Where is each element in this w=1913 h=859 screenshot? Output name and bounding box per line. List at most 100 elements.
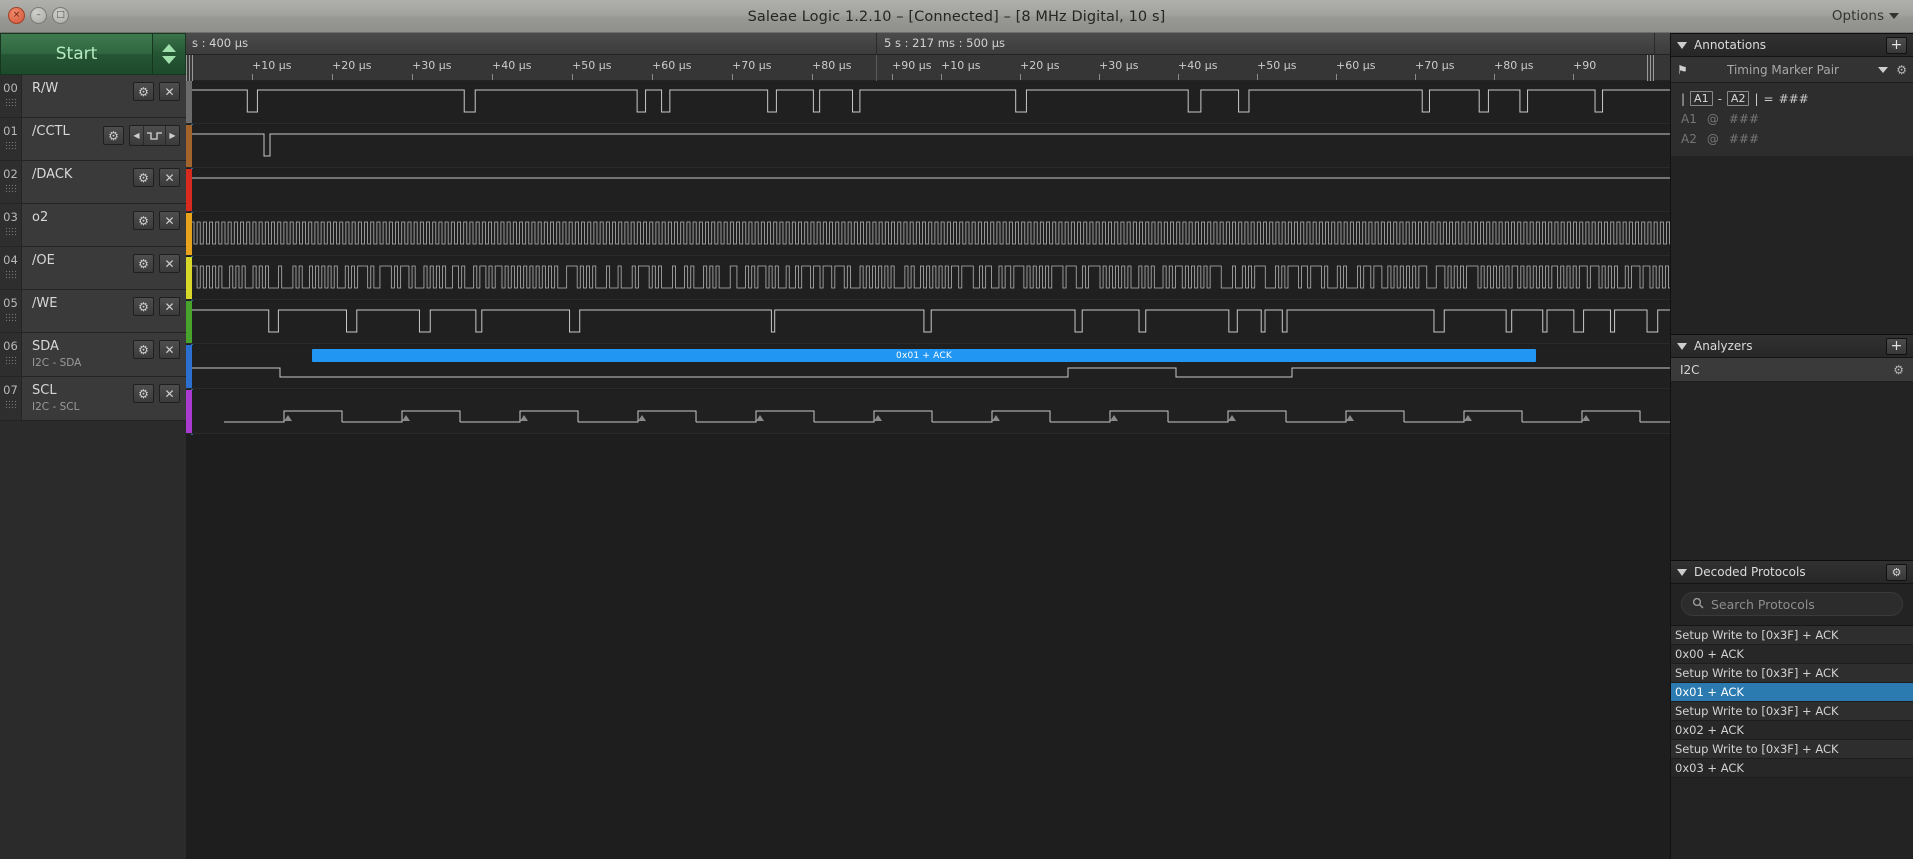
channel-settings-button[interactable]: ⚙ [133,384,154,403]
channel-settings-button[interactable]: ⚙ [133,211,154,230]
drag-handle-icon[interactable] [5,98,17,107]
channel-row-rw[interactable]: 00 R/W ⚙ ✕ [0,75,186,118]
delta-value: ### [1779,92,1809,106]
marker-dropdown-caret-icon[interactable] [1878,67,1888,73]
decoded-protocol-row[interactable]: Setup Write to [0x3F] + ACK [1671,626,1913,645]
waveform-lane-o2[interactable] [186,213,1670,256]
decoded-protocol-row[interactable]: 0x03 + ACK [1671,759,1913,778]
time-ruler[interactable]: +10 µs+20 µs+30 µs+40 µs+50 µs+60 µs+70 … [186,55,1670,81]
flag-icon: ⚑ [1677,63,1688,77]
analyzer-settings-icon[interactable]: ⚙ [1893,363,1904,377]
drag-handle-icon[interactable] [5,400,17,409]
lane-waveform[interactable] [192,169,1670,211]
trigger-pulse-icon[interactable] [143,126,166,145]
channel-close-button[interactable]: ✕ [159,340,180,359]
channel-row-cctl[interactable]: 01 /CCTL ⚙ ◀ ▶ [0,118,186,161]
search-icon [1692,597,1704,612]
ruler-grip-left[interactable] [186,55,193,81]
waveform-lane-rw[interactable] [186,81,1670,124]
drag-handle-icon[interactable] [5,270,17,279]
channel-row-scl[interactable]: 07 SCL I2C - SCL ⚙ ✕ [0,377,186,421]
channel-close-button[interactable]: ✕ [159,384,180,403]
channel-list: 00 R/W ⚙ ✕ 01 /CCTL ⚙ ◀ [0,75,186,421]
add-analyzer-button[interactable]: + [1886,338,1907,355]
drag-handle-icon[interactable] [5,141,17,150]
add-annotation-button[interactable]: + [1886,37,1907,54]
channel-close-button[interactable]: ✕ [159,297,180,316]
right-tick-label-3: +40 µs [1178,59,1217,72]
ruler-grip-right[interactable] [1647,55,1654,81]
waveform-lane-dack[interactable] [186,169,1670,212]
channel-row-oe[interactable]: 04 /OE ⚙ ✕ [0,247,186,290]
decoded-protocol-row[interactable]: 0x00 + ACK [1671,645,1913,664]
timebar-left-label: s : 400 µs [192,36,248,50]
start-capture-button[interactable]: Start [0,33,152,75]
decoded-protocol-row[interactable]: 0x02 + ACK [1671,721,1913,740]
drag-handle-icon[interactable] [5,227,17,236]
drag-handle-icon[interactable] [5,313,17,322]
channel-settings-button[interactable]: ⚙ [133,82,154,101]
lane-waveform[interactable] [192,301,1670,343]
a2-position-row: A2 @ ### [1681,132,1903,146]
channel-settings-button[interactable]: ⚙ [133,168,154,187]
left-sidebar: Start 00 R/W ⚙ ✕ 01 /CCTL ⚙ [0,33,186,859]
decoded-protocol-row[interactable]: Setup Write to [0x3F] + ACK [1671,702,1913,721]
collapse-caret-icon[interactable] [1677,42,1687,49]
decoded-protocols-header[interactable]: Decoded Protocols ⚙ [1671,560,1913,584]
a1-at-icon: @ [1707,112,1719,126]
decoded-protocols-settings-button[interactable]: ⚙ [1886,564,1907,581]
waveform-lane-oe[interactable] [186,257,1670,300]
channel-settings-button[interactable]: ⚙ [103,126,124,145]
channel-row-dack[interactable]: 02 /DACK ⚙ ✕ [0,161,186,204]
trigger-prev-icon[interactable]: ◀ [130,126,143,145]
channel-controls: ⚙ ✕ [133,384,180,403]
channel-close-button[interactable]: ✕ [159,211,180,230]
channel-number: 07 [0,377,22,420]
channel-row-we[interactable]: 05 /WE ⚙ ✕ [0,290,186,333]
decoded-collapse-caret-icon[interactable] [1677,569,1687,576]
waveform-lane-cctl[interactable] [186,125,1670,168]
channel-row-o2[interactable]: 03 o2 ⚙ ✕ [0,204,186,247]
i2c-packet-bar[interactable]: 0x01 + ACK [312,349,1536,362]
decoded-protocol-row[interactable]: Setup Write to [0x3F] + ACK [1671,740,1913,759]
decoded-protocol-row[interactable]: Setup Write to [0x3F] + ACK [1671,664,1913,683]
stepper-down-icon[interactable] [162,56,176,64]
decoded-protocol-row[interactable]: 0x01 + ACK [1671,683,1913,702]
options-label: Options [1832,8,1884,24]
channel-close-button[interactable]: ✕ [159,254,180,273]
right-tick-mark-3 [1178,74,1179,80]
timing-marker-pair-row[interactable]: ⚑ Timing Marker Pair ⚙ [1671,57,1913,83]
right-tick-mark-7 [1494,74,1495,80]
right-tick-mark-6 [1415,74,1416,80]
channel-settings-button[interactable]: ⚙ [133,254,154,273]
drag-handle-icon[interactable] [5,356,17,365]
lane-waveform[interactable] [192,81,1670,123]
lane-waveform[interactable] [192,390,1670,433]
channel-close-button[interactable]: ✕ [159,82,180,101]
marker-a1-chip[interactable]: A1 [1690,91,1713,106]
trigger-selector[interactable]: ◀ ▶ [129,125,180,146]
analyzers-header[interactable]: Analyzers + [1671,334,1913,358]
left-tick-label-3: +40 µs [492,59,531,72]
lane-waveform[interactable] [192,125,1670,167]
waveform-lane-we[interactable] [186,301,1670,344]
marker-gear-icon[interactable]: ⚙ [1896,63,1907,77]
channel-row-sda[interactable]: 06 SDA I2C - SDA ⚙ ✕ [0,333,186,377]
analyzers-collapse-caret-icon[interactable] [1677,343,1687,350]
search-protocols-input[interactable]: Search Protocols [1681,592,1903,616]
analyzer-item-i2c[interactable]: I2C ⚙ [1671,358,1913,382]
stepper-up-icon[interactable] [162,44,176,52]
drag-handle-icon[interactable] [5,184,17,193]
channel-settings-button[interactable]: ⚙ [133,340,154,359]
capture-settings-stepper[interactable] [152,33,186,75]
channel-close-button[interactable]: ✕ [159,168,180,187]
right-tick-label-5: +60 µs [1336,59,1375,72]
trigger-next-icon[interactable]: ▶ [166,126,179,145]
lane-waveform[interactable] [192,213,1670,255]
waveform-lane-scl[interactable] [186,390,1670,434]
channel-settings-button[interactable]: ⚙ [133,297,154,316]
marker-a2-chip[interactable]: A2 [1727,91,1750,106]
options-menu-button[interactable]: Options [1832,8,1899,24]
lane-waveform[interactable] [192,257,1670,299]
annotations-header[interactable]: Annotations + [1671,33,1913,57]
